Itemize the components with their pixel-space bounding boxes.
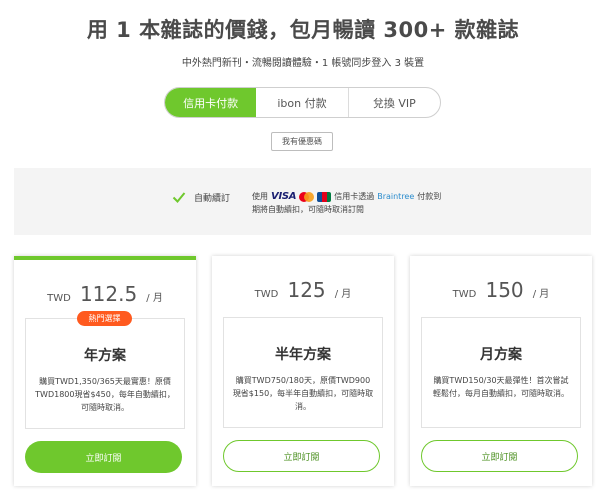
price-currency: TWD bbox=[254, 289, 279, 300]
price-currency: TWD bbox=[452, 289, 477, 300]
payment-method-tabs: 信用卡付款 ibon 付款 兌換 VIP bbox=[164, 87, 441, 118]
plan-card-yearly: TWD 112.5 / 月 熱門選擇 年方案 購買TWD1,350/365天最實… bbox=[14, 256, 196, 486]
payment-info-text: 使用 VISA 信用卡透過 Braintree 付款到 期將自動續扣，可隨時取消… bbox=[252, 190, 441, 216]
subscribe-button[interactable]: 立即訂閱 bbox=[223, 440, 380, 472]
payment-info-line2: 期將自動續扣，可隨時取消訂閱 bbox=[252, 205, 364, 214]
price-amount: 150 bbox=[485, 278, 524, 302]
plan-details: 月方案 購買TWD150/30天最彈性！首次嘗試輕鬆付，每月自動續扣，可隨時取消… bbox=[421, 317, 581, 428]
plan-price: TWD 112.5 / 月 bbox=[14, 282, 196, 306]
plan-description: 購買TWD150/30天最彈性！首次嘗試輕鬆付，每月自動續扣，可隨時取消。 bbox=[433, 376, 569, 398]
price-period: / 月 bbox=[532, 289, 550, 300]
check-icon bbox=[172, 192, 186, 203]
jcb-icon bbox=[317, 191, 332, 202]
popular-badge: 熱門選擇 bbox=[77, 311, 132, 326]
plan-name: 半年方案 bbox=[275, 347, 331, 363]
subscribe-button[interactable]: 立即訂閱 bbox=[421, 440, 578, 472]
tab-ibon[interactable]: ibon 付款 bbox=[256, 88, 347, 117]
auto-renew: 自動續訂 bbox=[172, 190, 230, 204]
price-amount: 112.5 bbox=[79, 282, 138, 306]
plan-price: TWD 150 / 月 bbox=[410, 278, 592, 302]
tab-credit-card[interactable]: 信用卡付款 bbox=[165, 88, 257, 117]
plan-details: 熱門選擇 年方案 購買TWD1,350/365天最實惠！原價TWD1800現省$… bbox=[25, 311, 185, 429]
subscribe-button[interactable]: 立即訂閱 bbox=[25, 441, 182, 473]
plan-price: TWD 125 / 月 bbox=[212, 278, 394, 302]
plan-name: 月方案 bbox=[480, 347, 522, 363]
plan-card-half-year: TWD 125 / 月 半年方案 購買TWD750/180天，原價TWD900現… bbox=[212, 256, 394, 486]
use-prefix: 使用 bbox=[252, 192, 268, 201]
mastercard-icon bbox=[299, 191, 315, 202]
visa-logo: VISA bbox=[271, 191, 297, 202]
plan-description: 購買TWD1,350/365天最實惠！原價TWD1800現省$450，每年自動續… bbox=[35, 377, 175, 412]
card-via: 信用卡透過 bbox=[334, 192, 375, 201]
plan-name: 年方案 bbox=[84, 348, 126, 364]
tab-redeem-vip[interactable]: 兌換 VIP bbox=[347, 88, 440, 117]
plan-details: 半年方案 購買TWD750/180天，原價TWD900現省$150，每半年自動續… bbox=[223, 317, 383, 428]
price-currency: TWD bbox=[47, 293, 71, 304]
price-period: / 月 bbox=[334, 289, 352, 300]
auto-renew-label: 自動續訂 bbox=[194, 193, 231, 204]
price-period: / 月 bbox=[146, 293, 163, 304]
coupon-button[interactable]: 我有優惠碼 bbox=[271, 132, 333, 151]
page-subline: 中外熱門新刊・流暢閱讀體驗・1 帳號同步登入 3 裝置 bbox=[181, 58, 425, 69]
plan-description: 購買TWD750/180天，原價TWD900現省$150，每半年自動續扣，可隨時… bbox=[232, 376, 374, 411]
price-amount: 125 bbox=[287, 278, 326, 302]
page-headline: 用 1 本雜誌的價錢，包月暢讀 300+ 款雜誌 bbox=[86, 18, 520, 42]
plan-card-monthly: TWD 150 / 月 月方案 購買TWD150/30天最彈性！首次嘗試輕鬆付，… bbox=[410, 256, 592, 486]
pay-suffix: 付款到 bbox=[417, 192, 442, 201]
braintree-link[interactable]: Braintree bbox=[377, 190, 414, 203]
